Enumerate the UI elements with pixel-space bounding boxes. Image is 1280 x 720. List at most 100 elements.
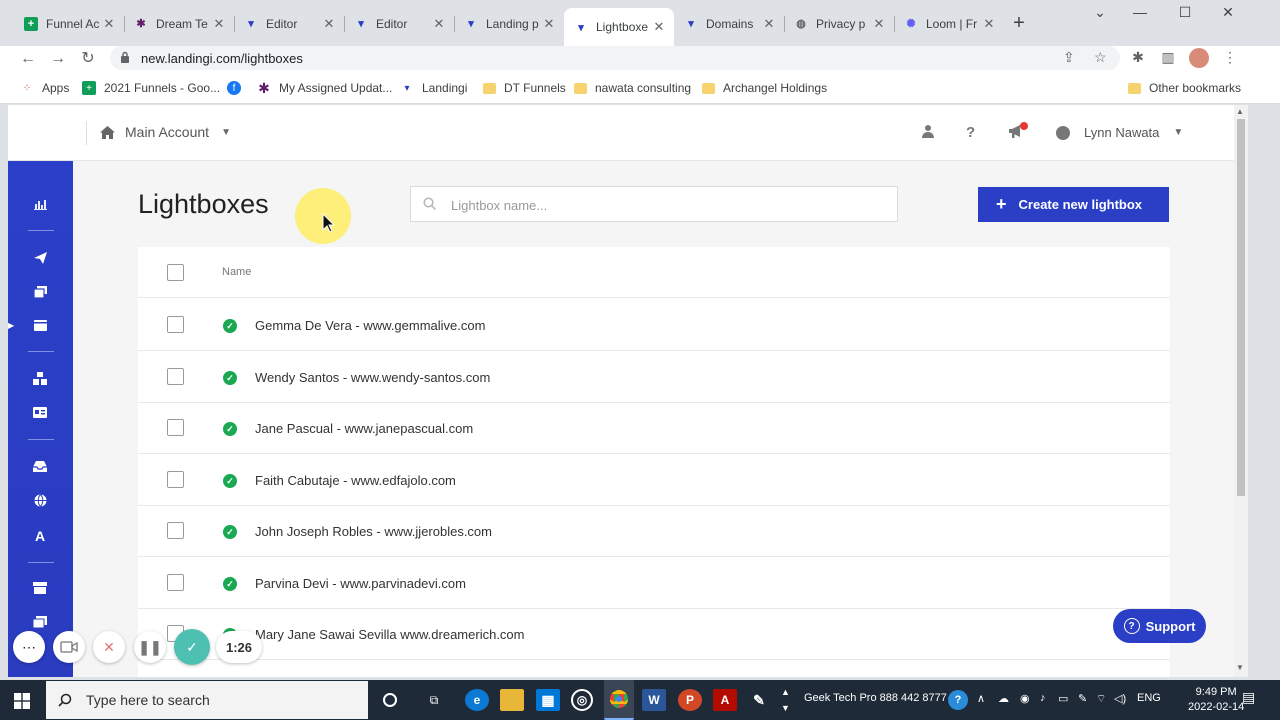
file-explorer-icon[interactable]	[500, 689, 524, 711]
account-switcher[interactable]: Main Account ▼	[100, 124, 231, 140]
circle-app-icon[interactable]: ◎	[571, 689, 593, 711]
tab-5[interactable]: ▾ Landing p ✕	[454, 9, 564, 38]
table-row[interactable]: ✓ John Joseph Robles - www.jjerobles.com	[138, 505, 1170, 557]
extensions-icon[interactable]: ✱	[1128, 49, 1148, 69]
user-add-icon[interactable]	[921, 124, 935, 142]
bookmark-2021-funnels[interactable]: +2021 Funnels - Goo...	[82, 80, 220, 96]
table-row[interactable]: ✓ Parvina Devi - www.parvinadevi.com	[138, 557, 1170, 609]
menu-kebab-icon[interactable]: ⋮	[1220, 49, 1240, 69]
forward-button[interactable]: →	[47, 48, 69, 70]
select-all-checkbox[interactable]	[167, 264, 184, 281]
windows-start-icon[interactable]	[10, 690, 34, 712]
bookmark-apps[interactable]: ⁘ Apps	[20, 80, 70, 96]
address-bar[interactable]: new.landingi.com/lightboxes ⇪ ☆	[110, 46, 1120, 70]
close-tab-icon[interactable]: ✕	[872, 16, 886, 32]
close-tab-icon[interactable]: ✕	[102, 16, 116, 32]
close-window-button[interactable]: ✕	[1208, 4, 1248, 26]
lightbox-name[interactable]: Gemma De Vera - www.gemmalive.com	[255, 318, 485, 333]
bookmark-dt-funnels[interactable]: DT Funnels	[482, 80, 566, 96]
support-button[interactable]: ? Support	[1113, 609, 1206, 643]
camera-toggle-icon[interactable]	[53, 631, 85, 663]
battery-icon[interactable]: ▭	[1058, 692, 1068, 705]
scroll-up-arrow-icon[interactable]: ▲	[1236, 107, 1244, 116]
back-button[interactable]: ←	[17, 48, 39, 70]
tab-6[interactable]: ▾ Lightboxe ✕	[564, 8, 674, 46]
tray-scroll-icon[interactable]: ▲ ▼	[781, 684, 790, 716]
close-tab-icon[interactable]: ✕	[542, 16, 556, 32]
word-icon[interactable]: W	[642, 689, 666, 711]
acrobat-icon[interactable]: A	[713, 689, 737, 711]
close-tab-icon[interactable]: ✕	[212, 16, 226, 32]
other-bookmarks[interactable]: Other bookmarks	[1127, 80, 1241, 96]
cancel-recording-icon[interactable]: ✕	[93, 631, 125, 663]
store-icon[interactable]: ▦	[536, 689, 560, 711]
table-row[interactable]: ✓ Gemma De Vera - www.gemmalive.com	[138, 299, 1170, 351]
volume-icon[interactable]: ◁)	[1114, 692, 1126, 705]
chrome-taskbar-icon[interactable]	[604, 680, 634, 720]
media-gallery-icon[interactable]	[32, 616, 48, 632]
user-menu[interactable]: Lynn Nawata ▼	[1056, 125, 1183, 140]
more-options-icon[interactable]: ⋯	[13, 631, 45, 663]
bookmark-facebook[interactable]: f	[227, 80, 249, 96]
share-icon[interactable]: ⇪	[1063, 49, 1075, 66]
powerpoint-icon[interactable]: P	[678, 689, 702, 711]
show-hidden-icons-chevron-icon[interactable]: ∧	[977, 692, 985, 705]
table-row[interactable]: ✓ Faith Cabutaje - www.edfajolo.com	[138, 454, 1170, 506]
row-checkbox[interactable]	[167, 522, 184, 539]
lightbox-name[interactable]: Wendy Santos - www.wendy-santos.com	[255, 370, 490, 385]
clock[interactable]: 9:49 PM 2022-02-14	[1188, 685, 1244, 715]
close-tab-icon[interactable]: ✕	[762, 16, 776, 32]
scroll-down-arrow-icon[interactable]: ▼	[1236, 663, 1244, 672]
finish-recording-check-icon[interactable]: ✓	[174, 629, 210, 665]
task-view-icon[interactable]: ⧉	[422, 689, 446, 711]
close-tab-icon[interactable]: ✕	[322, 16, 336, 32]
table-row[interactable]: ✓ Wendy Santos - www.wendy-santos.com	[138, 351, 1170, 403]
lightboxes-icon[interactable]	[32, 319, 48, 335]
help-tray-icon[interactable]: ?	[948, 690, 968, 710]
row-checkbox[interactable]	[167, 470, 184, 488]
profile-avatar[interactable]	[1189, 48, 1209, 68]
search-input[interactable]	[451, 194, 881, 216]
campaigns-send-icon[interactable]	[32, 252, 48, 268]
reload-button[interactable]: ↻	[77, 48, 99, 70]
row-checkbox[interactable]	[167, 573, 184, 591]
bookmark-archangel-holdings[interactable]: Archangel Holdings	[701, 80, 827, 96]
tab-2[interactable]: ✱ Dream Te ✕	[124, 9, 234, 38]
dashboard-chart-icon[interactable]	[32, 198, 48, 214]
minimize-button[interactable]: —	[1120, 4, 1160, 26]
camera-tray-icon[interactable]: ◉	[1020, 692, 1030, 705]
forms-card-icon[interactable]	[32, 406, 48, 422]
row-checkbox[interactable]	[167, 367, 184, 385]
language-indicator[interactable]: ENG	[1137, 692, 1161, 704]
domains-globe-icon[interactable]	[32, 494, 48, 510]
widgets-icon[interactable]	[32, 372, 48, 388]
lightbox-name[interactable]: Mary Jane Sawai Sevilla www.dreamerich.c…	[255, 627, 524, 642]
bookmark-landingi[interactable]: ▾ Landingi	[400, 80, 467, 96]
tab-7[interactable]: ▾ Domains ✕	[674, 9, 784, 38]
column-header-name[interactable]: Name	[222, 266, 251, 278]
table-row[interactable]: ✓ Jane Pascual - www.janepascual.com	[138, 402, 1170, 454]
app-pen-icon[interactable]: ✎	[747, 689, 771, 711]
cortana-icon[interactable]	[378, 689, 402, 711]
bookmark-my-assigned-updates[interactable]: ✱ My Assigned Updat...	[257, 80, 392, 96]
page-scrollbar[interactable]: ▲ ▼	[1234, 105, 1248, 677]
edge-icon[interactable]: e	[465, 689, 489, 711]
tab-9[interactable]: ✺ Loom | Fr ✕	[894, 9, 1004, 38]
bookmark-nawata-consulting[interactable]: nawata consulting	[573, 80, 691, 96]
lightbox-name[interactable]: Jane Pascual - www.janepascual.com	[255, 421, 473, 436]
tab-1[interactable]: + Funnel Ac ✕	[14, 9, 124, 38]
table-row[interactable]: ✓Mary Jane Sawai Sevilla www.dreamerich.…	[138, 608, 1170, 660]
close-tab-icon[interactable]: ✕	[982, 16, 996, 32]
leads-inbox-icon[interactable]	[32, 460, 48, 476]
store-box-icon[interactable]	[32, 582, 48, 598]
row-checkbox[interactable]	[167, 419, 184, 436]
maximize-button[interactable]: ☐	[1165, 4, 1205, 26]
tab-search-chevron-icon[interactable]: ⌄	[1080, 4, 1120, 26]
wifi-icon[interactable]: ⌔	[1096, 692, 1106, 706]
taskbar-search[interactable]: Type here to search	[46, 681, 368, 719]
tab-3[interactable]: ▾ Editor ✕	[234, 9, 344, 38]
bookmark-star-icon[interactable]: ☆	[1094, 49, 1107, 66]
tab-8[interactable]: ◍ Privacy p ✕	[784, 9, 894, 38]
tab-4[interactable]: ▾ Editor ✕	[344, 9, 454, 38]
lightbox-name[interactable]: Faith Cabutaje - www.edfajolo.com	[255, 473, 456, 488]
